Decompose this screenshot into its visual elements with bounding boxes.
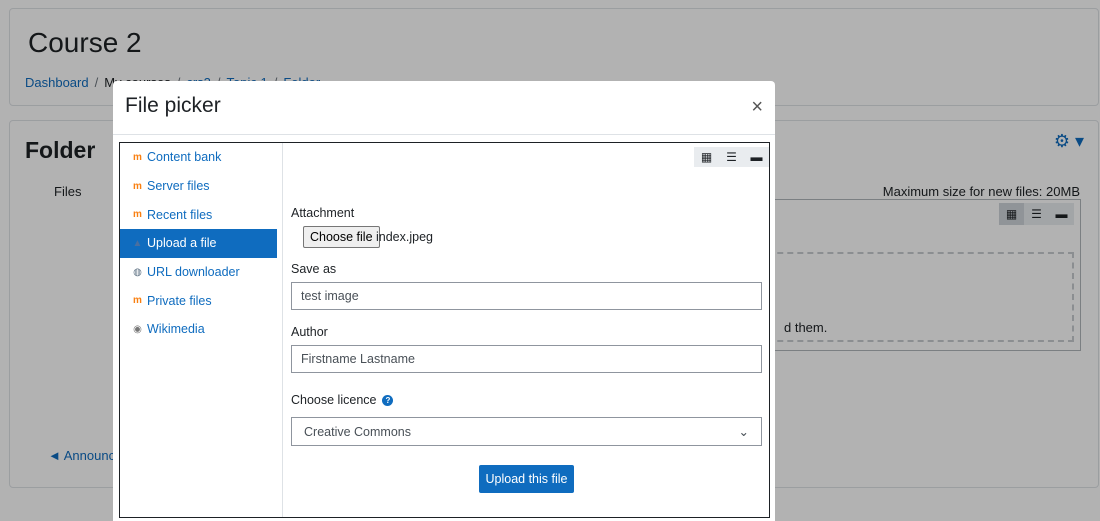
licence-label-text: Choose licence [291, 393, 377, 407]
repository-item-label: Upload a file [147, 236, 217, 251]
url-icon: ◍ [133, 266, 142, 278]
moodle-icon: m [133, 209, 142, 221]
repository-list: m Content bank m Server files m Recent files ▲… [120, 143, 283, 517]
close-button[interactable]: × [751, 97, 763, 117]
author-label: Author [291, 325, 328, 339]
save-as-input[interactable] [291, 282, 762, 310]
licence-label: Choose licence? [291, 393, 394, 407]
moodle-icon: m [133, 151, 142, 163]
chevron-down-icon: ⌄ [738, 425, 749, 439]
list-view-icon[interactable]: ☰ [719, 147, 744, 167]
choose-file-button[interactable]: Choose file [303, 226, 380, 248]
save-as-label: Save as [291, 262, 337, 276]
modal-title: File picker [125, 94, 221, 117]
selected-file-name: index.jpeg [376, 230, 433, 244]
grid-view-icon[interactable]: ▦ [694, 147, 719, 167]
attachment-label: Attachment [291, 206, 355, 220]
wikimedia-icon: ◉ [133, 323, 142, 335]
moodle-icon: m [133, 295, 142, 307]
repository-item-label: Wikimedia [147, 322, 205, 337]
author-input[interactable] [291, 345, 762, 373]
repository-item-label: Server files [147, 179, 210, 194]
repository-item-label: URL downloader [147, 265, 240, 280]
repository-item-label: Private files [147, 293, 212, 308]
repository-item-wikimedia[interactable]: ◉ Wikimedia [120, 315, 282, 344]
repository-item-upload-a-file[interactable]: ▲ Upload a file [120, 229, 277, 258]
help-icon[interactable]: ? [382, 395, 394, 407]
upload-icon: ▲ [132, 237, 143, 249]
repository-item-label: Content bank [147, 150, 222, 165]
repository-item-recent-files[interactable]: m Recent files [120, 200, 282, 229]
licence-select[interactable]: Creative Commons ⌄ [291, 417, 762, 446]
repository-item-private-files[interactable]: m Private files [120, 286, 282, 315]
file-picker-body: m Content bank m Server files m Recent files ▲… [119, 142, 770, 518]
upload-file-button[interactable]: Upload this file [479, 465, 574, 493]
folder-view-icon[interactable]: ▬ [744, 147, 769, 167]
repository-item-server-files[interactable]: m Server files [120, 172, 282, 201]
repository-item-url-downloader[interactable]: ◍ URL downloader [120, 258, 282, 287]
licence-selected-value: Creative Commons [304, 424, 411, 439]
upload-form: ▦ ☰ ▬ Attachment Choose file index.jpeg … [284, 143, 769, 517]
moodle-icon: m [133, 180, 142, 192]
modal-header: File picker × [113, 81, 775, 135]
file-picker-dialog: File picker × m Content bank m Server files… [113, 81, 775, 521]
file-picker-toolbar: ▦ ☰ ▬ [694, 147, 769, 167]
repository-item-content-bank[interactable]: m Content bank [120, 143, 282, 172]
repository-item-label: Recent files [147, 207, 213, 222]
